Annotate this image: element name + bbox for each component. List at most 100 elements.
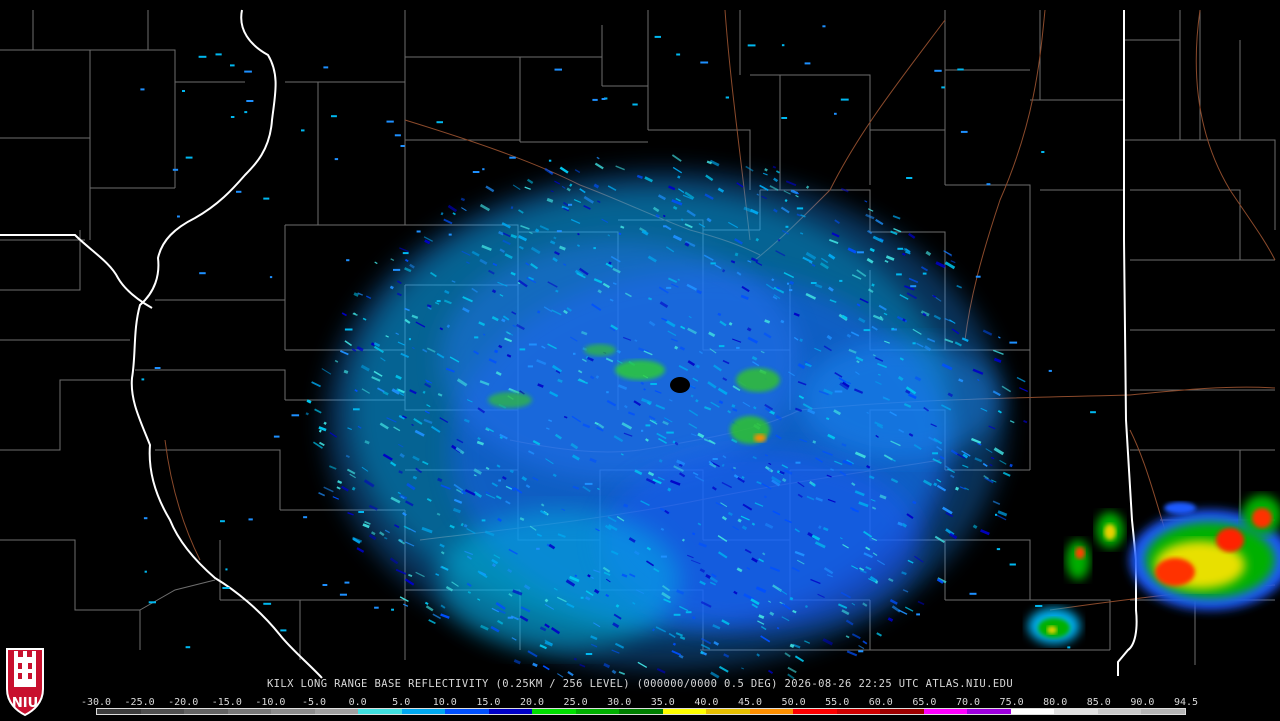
radar-pixel [230,64,235,67]
color-scale-segment [488,709,533,714]
color-scale-segment [662,709,707,714]
radar-pixel [822,25,826,28]
color-scale-segment [706,709,750,714]
radar-pixel [910,285,917,288]
radar-pixel [645,424,651,427]
niu-logo-text: NIU [11,696,39,711]
color-scale-tick-label: 65.0 [912,697,937,708]
radar-pixel [712,458,718,460]
radar-pixel [393,268,401,271]
color-scale-segment [227,709,272,714]
radar-pixel [601,98,606,100]
radar-pixel [334,158,339,161]
color-scale-tick-label: -10.0 [255,697,286,708]
color-scale-tick-label: -15.0 [211,697,242,708]
radar-pixel [891,327,895,330]
radar-pixel [858,650,864,653]
color-scale-segment [401,709,446,714]
radar-pixel [185,156,193,159]
radar-pixel [660,555,667,558]
color-scale-tick-label: 30.0 [607,697,632,708]
radar-pixel [408,338,411,341]
radar-pixel [606,391,609,394]
radar-pixel [810,282,817,284]
radar-pixel [474,336,479,339]
radar-pixel [528,343,537,346]
color-scale-segment [1010,709,1055,714]
radar-pixel [291,414,300,417]
color-scale-segment [749,709,794,714]
radar-pixel [481,519,486,522]
radar-pixel [666,286,672,289]
radar-pixel [230,116,235,118]
radar-pixel [1048,369,1052,372]
radar-pixel [676,53,681,56]
radar-pixel [263,197,270,200]
radar-pixel [177,215,180,218]
radar-pixel [922,272,927,275]
radar-pixel [856,251,864,254]
color-scale-segment [1097,709,1142,714]
radar-pixel [331,115,337,118]
radar-pixel [781,117,788,119]
radar-pixel [301,129,305,132]
color-scale-segment [314,709,359,714]
radar-pixel [436,121,443,124]
radar-pixel [585,653,593,655]
radar-pixel [673,613,681,616]
color-scale-tick-label: 50.0 [781,697,806,708]
color-scale-segment [532,709,576,714]
radar-pixel [144,570,147,573]
color-scale-tick-label: 25.0 [563,697,588,708]
radar-pixel [198,55,207,58]
radar-pixel [353,408,360,411]
radar-pixel [236,190,242,193]
radar-pixel [1035,605,1043,607]
radar-pixel [416,230,421,233]
radar-pixel [632,103,638,106]
radar-pixel [222,587,230,589]
radar-pixel [527,365,533,368]
radar-pixel [654,35,661,38]
radar-pixel [932,452,938,455]
radar-pixel [509,156,516,159]
radar-pixel [718,345,725,348]
radar-pixel [666,431,674,434]
radar-pixel [143,517,148,520]
radar-pixel [402,252,409,255]
radar-pixel [747,44,756,47]
radar-pixel [141,378,145,381]
color-scale-segment [1141,709,1185,714]
radar-pixel [641,429,644,432]
radar-pixel [154,367,161,369]
radar-pixel [975,275,981,278]
radar-pixel [225,568,228,571]
color-scale-segment [358,709,402,714]
radar-pixel [448,233,452,236]
color-scale-tick-label: 85.0 [1086,697,1111,708]
radar-pixel [215,53,222,56]
radar-pixel [663,225,667,228]
radar-pixel [568,203,573,206]
color-scale-segment [619,709,663,714]
radar-pixel [199,272,206,275]
radar-pixel [148,601,156,604]
radar-map [0,0,1280,720]
radar-pixel [584,482,593,485]
color-scale-tick-label: -20.0 [168,697,199,708]
radar-pixel [897,247,904,250]
radar-pixel [1009,563,1016,566]
radar-pixel [344,328,353,331]
radar-pixel [519,348,526,351]
color-scale-segment [184,709,228,714]
color-scale-segment [140,709,185,714]
radar-pixel [896,273,902,276]
color-scale-segment [967,709,1011,714]
color-scale-tick-label: 20.0 [519,697,545,708]
color-scale-tick-label: 5.0 [392,697,411,708]
radar-pixel [789,289,793,292]
radar-pixel [593,247,596,250]
radar-pixel [710,262,716,265]
radar-pixel [969,592,977,595]
radar-pixel [507,616,514,619]
